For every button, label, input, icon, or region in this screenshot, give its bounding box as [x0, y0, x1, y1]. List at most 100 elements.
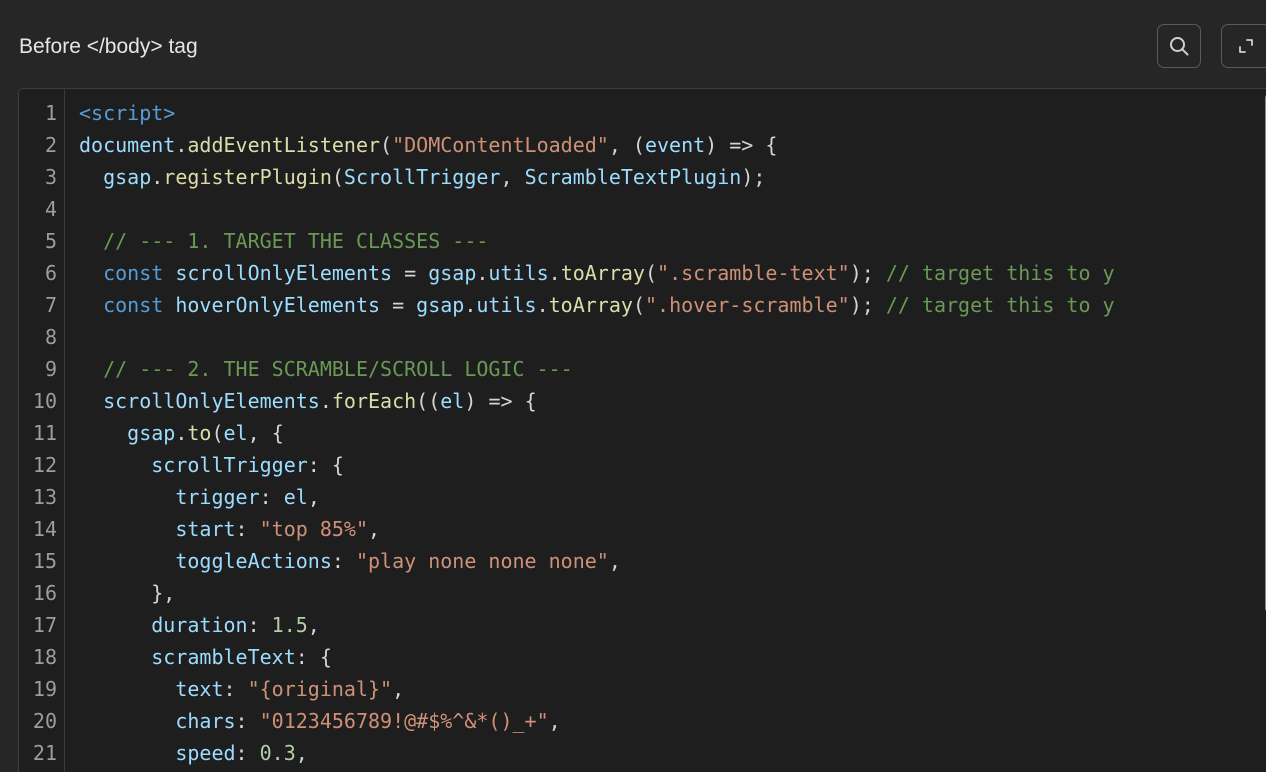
code-token: // target this to y [885, 293, 1115, 317]
line-number: 10 [32, 389, 57, 413]
code-token: addEventListener [187, 133, 381, 157]
expand-icon [1239, 39, 1253, 53]
code-text: // --- 2. THE SCRAMBLE/SCROLL LOGIC --- [79, 353, 573, 385]
line-number: 18 [32, 645, 57, 669]
line-number: 8 [44, 325, 57, 349]
code-token: = [380, 293, 417, 317]
code-token: ) => { [464, 389, 537, 413]
code-token: forEach [331, 389, 417, 413]
code-text: const scrollOnlyElements = gsap.utils.to… [79, 257, 1115, 289]
code-text: scrambleText: { [79, 641, 332, 673]
code-token: "top 85%" [259, 517, 369, 541]
code-text: scrollOnlyElements.forEach((el) => { [79, 385, 537, 417]
code-token: "DOMContentLoaded" [392, 133, 609, 157]
code-token: : [235, 741, 260, 765]
code-token: duration [79, 613, 248, 637]
code-text: gsap.to(el, { [79, 417, 284, 449]
code-token: "0123456789!@#$%^&*()_+" [259, 709, 549, 733]
search-icon [1170, 37, 1189, 56]
code-token: speed [79, 741, 236, 765]
code-text: // --- 1. TARGET THE CLASSES --- [79, 225, 488, 257]
code-token: // --- 2. THE SCRAMBLE/SCROLL LOGIC --- [79, 357, 573, 381]
code-token: : { [307, 453, 344, 477]
code-lines: 1 <script> 2 document.addEventListener("DOM… [19, 97, 1266, 769]
line-number: 16 [32, 581, 57, 605]
code-token: : [235, 709, 260, 733]
code-token: . [151, 165, 164, 189]
code-token: : { [295, 645, 332, 669]
code-token: const [79, 293, 176, 317]
code-token: trigger [79, 485, 260, 509]
code-line: 16 }, [19, 577, 1266, 609]
code-text: trigger: el, [79, 481, 320, 513]
code-line: 13 trigger: el, [19, 481, 1266, 513]
line-number: 17 [32, 613, 57, 637]
code-token: 1.5 [271, 613, 308, 637]
code-token: ScrollTrigger [343, 165, 501, 189]
code-token: . [464, 293, 477, 317]
code-line: 15 toggleActions: "play none none none", [19, 545, 1266, 577]
line-number: 11 [32, 421, 57, 445]
code-token: toggleActions [79, 549, 332, 573]
code-editor[interactable]: 1 <script> 2 document.addEventListener("DOM… [18, 88, 1266, 772]
code-text: gsap.registerPlugin(ScrollTrigger, Scram… [79, 161, 765, 193]
code-token: , [368, 517, 381, 541]
panel-title: Before </body> tag [19, 35, 198, 58]
code-token: gsap [79, 165, 152, 189]
code-token: document [79, 133, 176, 157]
code-text: document.addEventListener("DOMContentLoa… [79, 129, 777, 161]
code-line: 4 [19, 193, 1266, 225]
code-line: 20 chars: "0123456789!@#$%^&*()_+", [19, 705, 1266, 737]
code-line: 21 speed: 0.3, [19, 737, 1266, 769]
code-token: text [79, 677, 224, 701]
code-line: 12 scrollTrigger: { [19, 449, 1266, 481]
code-token: el [440, 389, 465, 413]
code-token: toArray [548, 293, 633, 317]
code-token: . [319, 389, 332, 413]
line-number: 12 [32, 453, 57, 477]
code-token: ".hover-scramble" [644, 293, 850, 317]
code-token: hoverOnlyElements [175, 293, 381, 317]
code-token: chars [79, 709, 236, 733]
line-number: 9 [44, 357, 57, 381]
line-number: 15 [32, 549, 57, 573]
code-token: , [295, 741, 308, 765]
code-token: // target this to y [885, 261, 1115, 285]
code-token: . [476, 261, 489, 285]
code-line: 7 const hoverOnlyElements = gsap.utils.t… [19, 289, 1266, 321]
code-line: 5 // --- 1. TARGET THE CLASSES --- [19, 225, 1266, 257]
code-token: , ( [608, 133, 645, 157]
code-token: event [644, 133, 706, 157]
code-text: speed: 0.3, [79, 737, 308, 769]
code-token: , [500, 165, 525, 189]
line-number: 4 [44, 197, 57, 221]
code-token: : [235, 517, 260, 541]
code-token: ( [380, 133, 393, 157]
code-token: el [283, 485, 308, 509]
code-text: }, [79, 577, 175, 609]
code-token: registerPlugin [163, 165, 332, 189]
code-token: ( [211, 421, 224, 445]
code-token: to [187, 421, 212, 445]
code-token: "{original}" [247, 677, 393, 701]
line-number: 1 [44, 101, 57, 125]
code-token: . [536, 293, 549, 317]
code-text: const hoverOnlyElements = gsap.utils.toA… [79, 289, 1115, 321]
expand-button[interactable] [1221, 24, 1266, 68]
code-token: utils [488, 261, 549, 285]
code-token: : [331, 549, 356, 573]
code-text: scrollTrigger: { [79, 449, 344, 481]
code-line: 1 <script> [19, 97, 1266, 129]
search-button[interactable] [1157, 24, 1201, 68]
code-text: toggleActions: "play none none none", [79, 545, 621, 577]
line-number: 14 [32, 517, 57, 541]
code-token: ( [331, 165, 344, 189]
code-token: scrollOnlyElements [79, 389, 320, 413]
code-token: ( [644, 261, 658, 285]
code-token: ); [849, 293, 886, 317]
code-token: scrollTrigger [79, 453, 308, 477]
code-text: start: "top 85%", [79, 513, 380, 545]
code-text: chars: "0123456789!@#$%^&*()_+", [79, 705, 560, 737]
code-token: = [392, 261, 429, 285]
line-number: 13 [32, 485, 57, 509]
